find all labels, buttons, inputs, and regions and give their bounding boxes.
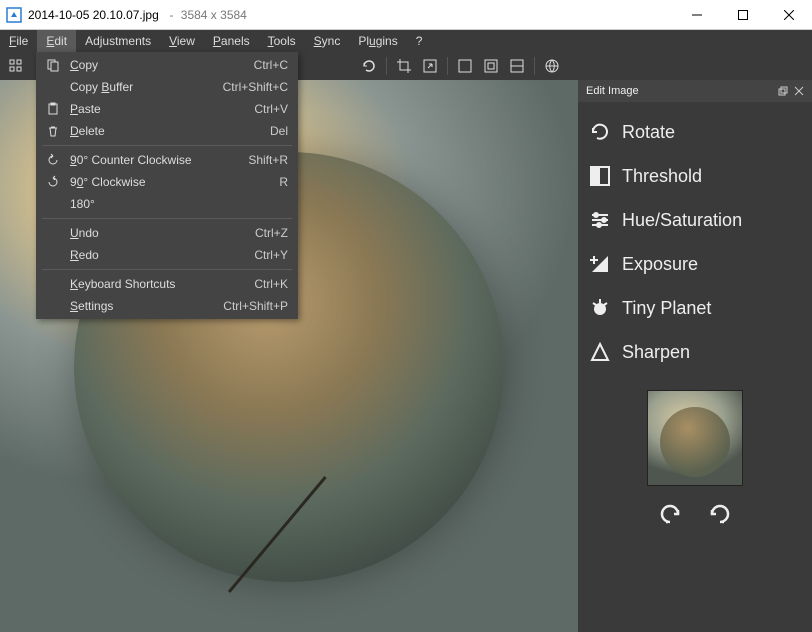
op-sharpen[interactable]: Sharpen <box>588 330 802 374</box>
thumbnail-section <box>588 390 802 530</box>
toolbar-separator <box>386 57 387 75</box>
menu-copy-buffer[interactable]: Copy Buffer Ctrl+Shift+C <box>36 76 298 98</box>
toolbar-web-button[interactable] <box>540 54 564 78</box>
op-threshold[interactable]: Threshold <box>588 154 802 198</box>
op-label: Rotate <box>622 122 675 143</box>
menu-help[interactable]: ? <box>407 30 432 52</box>
paste-icon <box>42 102 64 116</box>
menu-copy[interactable]: Copy Ctrl+C <box>36 54 298 76</box>
sliders-icon <box>588 208 612 232</box>
rotate-ccw-icon <box>42 153 64 167</box>
title-dimensions: 3584 x 3584 <box>181 8 247 22</box>
panel-body: Rotate Threshold Hue/Saturation Exposure… <box>578 102 812 632</box>
toolbar-fullscreen-button[interactable] <box>505 54 529 78</box>
planet-icon <box>588 296 612 320</box>
menu-separator <box>42 145 292 146</box>
panel-close-button[interactable] <box>794 86 804 96</box>
toolbar-home-button[interactable] <box>4 54 28 78</box>
panel-titlebar: Edit Image <box>578 80 812 102</box>
op-rotate[interactable]: Rotate <box>588 110 802 154</box>
menubar: File Edit Adjustments View Panels Tools … <box>0 30 812 52</box>
menu-separator <box>42 218 292 219</box>
toolbar-resize-button[interactable] <box>418 54 442 78</box>
title-filename: 2014-10-05 20.10.07.jpg <box>28 8 159 22</box>
exposure-icon <box>588 252 612 276</box>
toolbar-separator <box>447 57 448 75</box>
menu-paste[interactable]: Paste Ctrl+V <box>36 98 298 120</box>
title-separator: - <box>163 8 177 22</box>
image-thumbnail[interactable] <box>647 390 743 486</box>
menu-rotate-180[interactable]: 180° <box>36 193 298 215</box>
toolbar-zoom100-button[interactable] <box>479 54 503 78</box>
edit-dropdown: Copy Ctrl+C Copy Buffer Ctrl+Shift+C Pas… <box>36 52 298 319</box>
op-label: Sharpen <box>622 342 690 363</box>
op-exposure[interactable]: Exposure <box>588 242 802 286</box>
window-maximize-button[interactable] <box>720 0 766 30</box>
op-label: Hue/Saturation <box>622 210 742 231</box>
menu-rotate-ccw[interactable]: 90° Counter Clockwise Shift+R <box>36 149 298 171</box>
op-tinyplanet[interactable]: Tiny Planet <box>588 286 802 330</box>
rotate-icon <box>588 120 612 144</box>
titlebar: 2014-10-05 20.10.07.jpg - 3584 x 3584 <box>0 0 812 30</box>
menu-sync[interactable]: Sync <box>305 30 350 52</box>
toolbar-fit-button[interactable] <box>453 54 477 78</box>
copy-icon <box>42 58 64 72</box>
edit-image-panel: Edit Image Rotate Threshold Hue/Saturati… <box>578 80 812 632</box>
panel-float-button[interactable] <box>778 86 788 96</box>
menu-separator <box>42 269 292 270</box>
toolbar-separator <box>534 57 535 75</box>
op-label: Exposure <box>622 254 698 275</box>
thumb-rotate-cw-button[interactable] <box>704 498 736 530</box>
menu-tools[interactable]: Tools <box>259 30 305 52</box>
menu-plugins[interactable]: Plugins <box>349 30 406 52</box>
menu-edit[interactable]: Edit <box>37 30 76 52</box>
op-label: Threshold <box>622 166 702 187</box>
menu-panels[interactable]: Panels <box>204 30 259 52</box>
menu-adjustments[interactable]: Adjustments <box>76 30 160 52</box>
sharpen-icon <box>588 340 612 364</box>
threshold-icon <box>588 164 612 188</box>
thumb-rotate-ccw-button[interactable] <box>654 498 686 530</box>
menu-settings[interactable]: Settings Ctrl+Shift+P <box>36 295 298 317</box>
menu-file[interactable]: File <box>0 30 37 52</box>
window-close-button[interactable] <box>766 0 812 30</box>
menu-undo[interactable]: Undo Ctrl+Z <box>36 222 298 244</box>
toolbar-refresh-button[interactable] <box>357 54 381 78</box>
op-label: Tiny Planet <box>622 298 711 319</box>
menu-redo[interactable]: Redo Ctrl+Y <box>36 244 298 266</box>
app-icon <box>6 7 22 23</box>
menu-rotate-cw[interactable]: 90° Clockwise R <box>36 171 298 193</box>
menu-delete[interactable]: Delete Del <box>36 120 298 142</box>
toolbar-crop-button[interactable] <box>392 54 416 78</box>
op-huesat[interactable]: Hue/Saturation <box>588 198 802 242</box>
menu-view[interactable]: View <box>160 30 204 52</box>
window-minimize-button[interactable] <box>674 0 720 30</box>
trash-icon <box>42 124 64 138</box>
menu-keyboard-shortcuts[interactable]: Keyboard Shortcuts Ctrl+K <box>36 273 298 295</box>
rotate-cw-icon <box>42 175 64 189</box>
panel-title-text: Edit Image <box>586 85 639 97</box>
